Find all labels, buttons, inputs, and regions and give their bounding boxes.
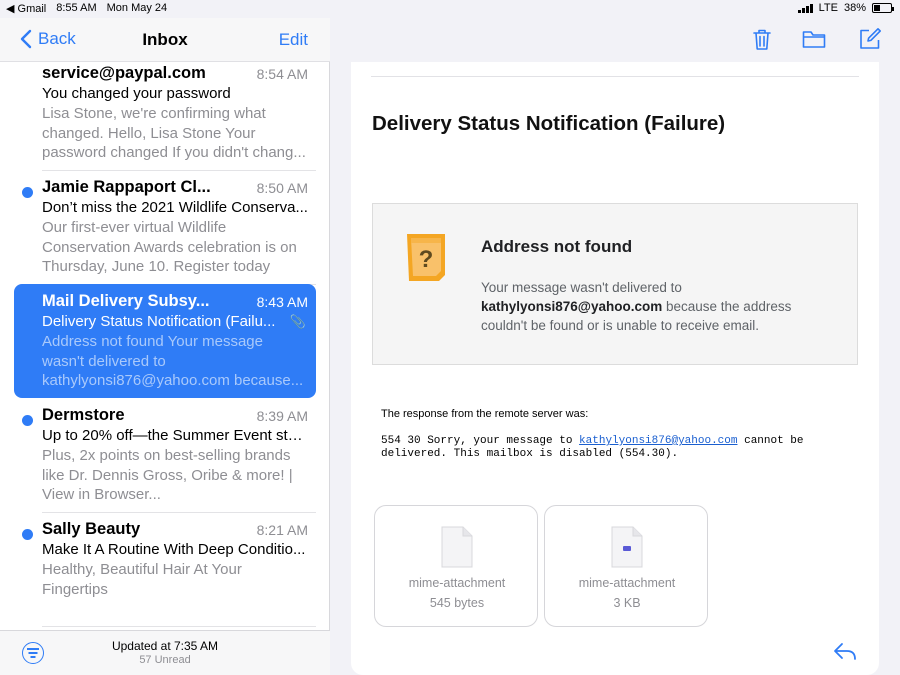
- remote-response-text: 554 30 Sorry, your message to kathylyons…: [381, 435, 851, 461]
- message-time: 8:21 AM: [256, 522, 308, 538]
- unread-dot: [22, 529, 33, 540]
- message-toolbar: [331, 18, 900, 62]
- message-subject: Don’t miss the 2021 Wildlife Conserva...: [42, 199, 308, 216]
- status-bar: ◀ Gmail 8:55 AM Mon May 24 LTE 38%: [0, 0, 900, 18]
- battery-fill: [874, 5, 880, 11]
- svg-text:?: ?: [419, 246, 434, 273]
- message-pane: Delivery Status Notification (Failure) ?…: [331, 18, 900, 675]
- message-time: 8:39 AM: [256, 408, 308, 424]
- attachment-tile[interactable]: mime-attachment 545 bytes: [374, 505, 538, 627]
- attachment-name: mime-attachment: [408, 576, 506, 590]
- header-divider: [371, 76, 859, 77]
- mailbox-pane: Back Inbox Edit service@paypal.com 8:54 …: [0, 18, 330, 675]
- message-preview: Address not found Your message wasn't de…: [42, 333, 304, 389]
- unread-count: 57 Unread: [139, 654, 191, 666]
- folder-icon[interactable]: [801, 26, 827, 52]
- message-sender: Mail Delivery Subsy...: [42, 292, 210, 310]
- recipient-email-link[interactable]: kathylyonsi876@yahoo.com: [579, 435, 737, 447]
- compose-icon[interactable]: [857, 26, 883, 52]
- message-title: Delivery Status Notification (Failure): [372, 112, 726, 135]
- message-preview: Our first-ever virtual Wildlife Conserva…: [42, 219, 297, 275]
- attachment-size: 3 KB: [613, 596, 641, 610]
- message-subject: Delivery Status Notification (Failu...: [42, 313, 276, 330]
- mail-file-icon: [611, 526, 643, 568]
- status-time: 8:55 AM: [56, 2, 97, 14]
- message-time: 8:43 AM: [256, 294, 308, 310]
- battery-label: 38%: [843, 2, 866, 14]
- message-list[interactable]: service@paypal.com 8:54 AM You changed y…: [0, 62, 330, 630]
- message-subject: You changed your password: [42, 85, 231, 102]
- back-to-app-link[interactable]: ◀ Gmail: [6, 2, 46, 15]
- message-time: 8:50 AM: [256, 180, 308, 196]
- question-note-icon: ?: [407, 234, 445, 281]
- notice-body: Your message wasn't delivered to kathyly…: [481, 278, 831, 335]
- message-row[interactable]: service@paypal.com 8:54 AM You changed y…: [14, 62, 316, 171]
- message-row[interactable]: Sally Beauty 8:21 AM Make It A Routine W…: [14, 512, 316, 627]
- notice-heading: Address not found: [481, 237, 633, 256]
- network-label: LTE: [818, 2, 838, 14]
- message-row[interactable]: Mail Delivery Subsy... 8:43 AM Delivery …: [14, 284, 316, 398]
- message-preview: Healthy, Beautiful Hair At Your Fingerti…: [42, 561, 242, 598]
- message-time: 8:54 AM: [256, 66, 308, 82]
- notice-email: kathylyonsi876@yahoo.com: [481, 299, 663, 314]
- message-card: Delivery Status Notification (Failure) ?…: [351, 62, 879, 675]
- updated-status: Updated at 7:35 AM: [111, 639, 219, 653]
- reply-icon[interactable]: [833, 641, 857, 661]
- screen: ◀ Gmail 8:55 AM Mon May 24 LTE 38% Back …: [0, 0, 900, 675]
- message-row[interactable]: Dermstore 8:39 AM Up to 20% off—the Summ…: [14, 398, 316, 513]
- signal-icon: [797, 3, 813, 13]
- message-sender: service@paypal.com: [42, 64, 206, 82]
- trash-icon[interactable]: [749, 26, 775, 52]
- message-preview: Lisa Stone, we're confirming what change…: [42, 105, 306, 161]
- notice-line1: Your message wasn't delivered to: [481, 280, 682, 295]
- unread-dot: [22, 415, 33, 426]
- list-navbar: Back Inbox Edit: [0, 18, 330, 62]
- message-subject: Make It A Routine With Deep Conditio...: [42, 541, 306, 558]
- message-preview: Plus, 2x points on best-selling brands l…: [42, 447, 293, 503]
- remote-text-pre: 554 30 Sorry, your message to: [381, 435, 573, 447]
- row-divider: [42, 626, 316, 627]
- status-date: Mon May 24: [106, 2, 168, 14]
- message-row[interactable]: Jamie Rappaport Cl... 8:50 AM Don’t miss…: [14, 170, 316, 285]
- remote-response-label: The response from the remote server was:: [381, 408, 589, 420]
- attachment-size: 545 bytes: [429, 596, 485, 610]
- message-subject: Up to 20% off—the Summer Event sta...: [42, 427, 308, 444]
- attachment-tile[interactable]: mime-attachment 3 KB: [544, 505, 708, 627]
- list-bottom-bar: Updated at 7:35 AM 57 Unread: [0, 630, 330, 675]
- message-sender: Jamie Rappaport Cl...: [42, 178, 211, 196]
- file-icon: [441, 526, 473, 568]
- paperclip-icon: 📎: [289, 314, 306, 329]
- attachment-name: mime-attachment: [578, 576, 676, 590]
- message-sender: Sally Beauty: [42, 520, 141, 538]
- battery-icon: [872, 3, 894, 13]
- bounce-notice: ? Address not found Your message wasn't …: [372, 203, 858, 365]
- edit-button[interactable]: Edit: [279, 30, 308, 50]
- unread-dot: [22, 187, 33, 198]
- message-sender: Dermstore: [42, 406, 125, 424]
